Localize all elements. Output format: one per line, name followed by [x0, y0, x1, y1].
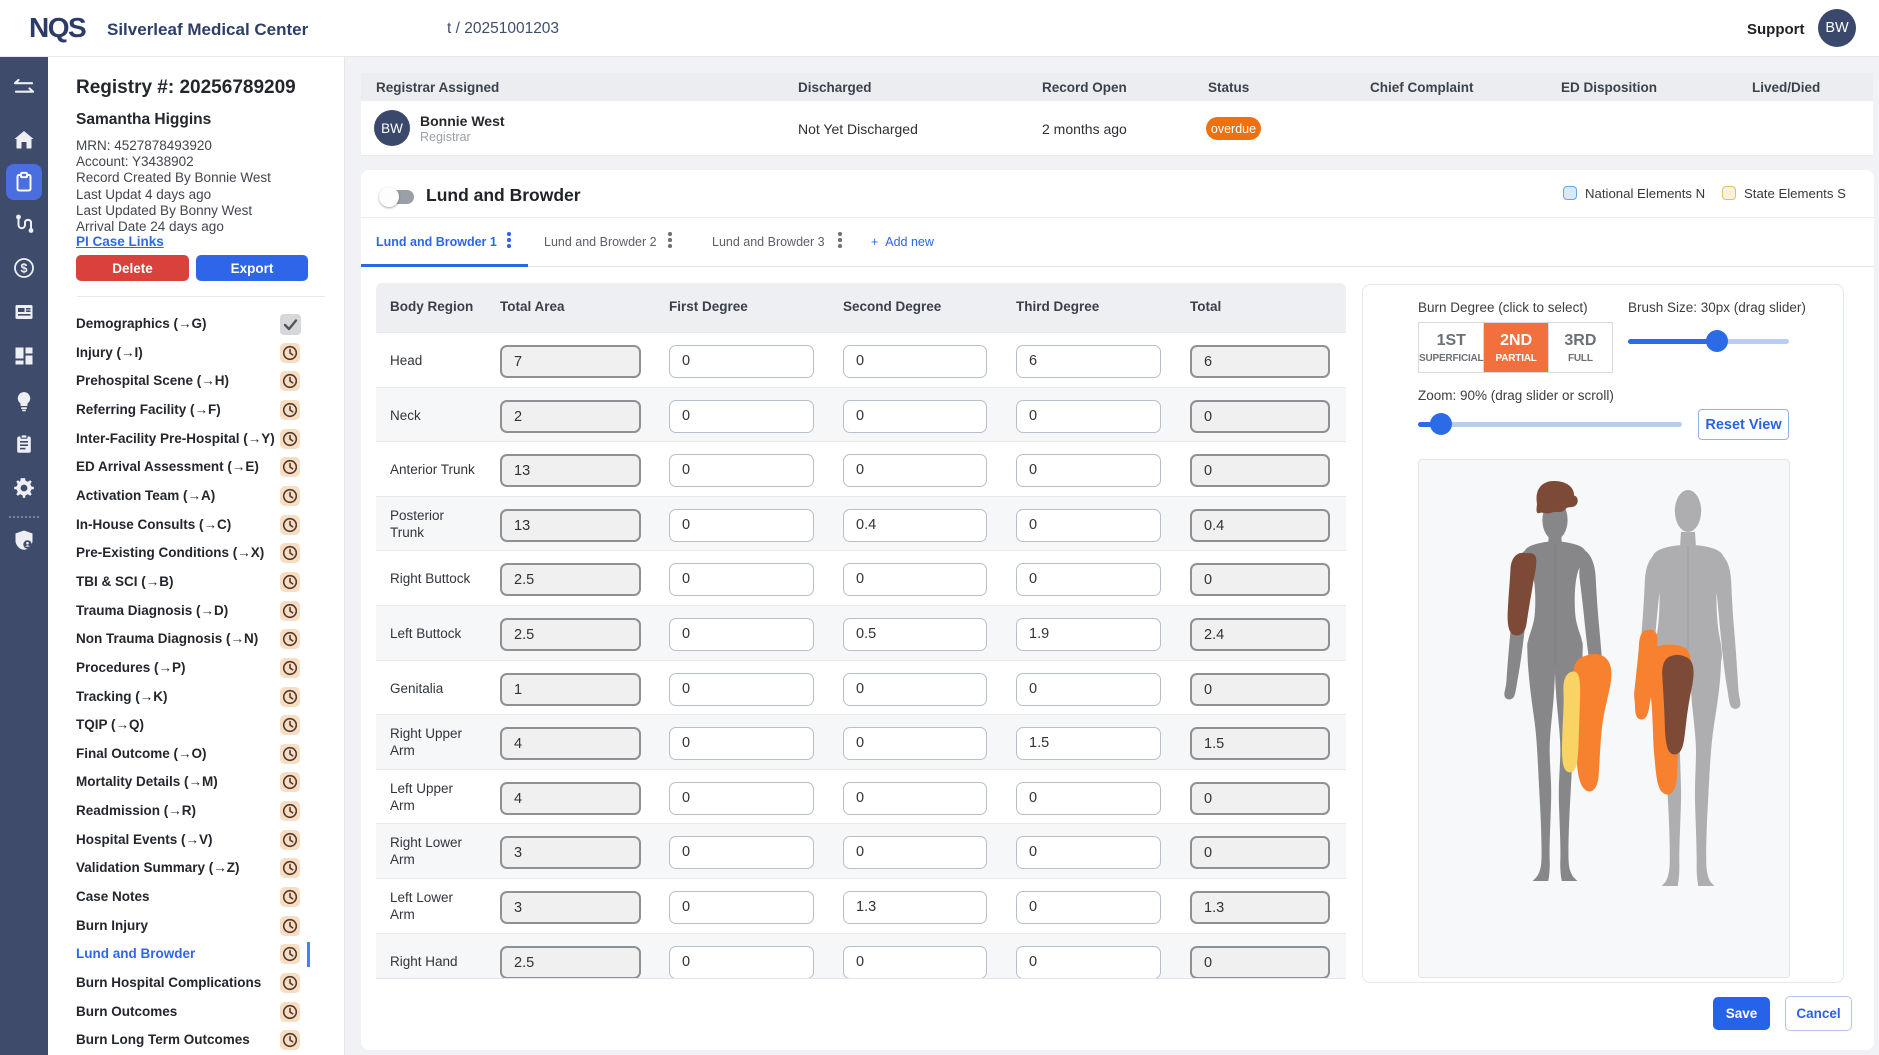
- svg-text:$: $: [21, 262, 28, 276]
